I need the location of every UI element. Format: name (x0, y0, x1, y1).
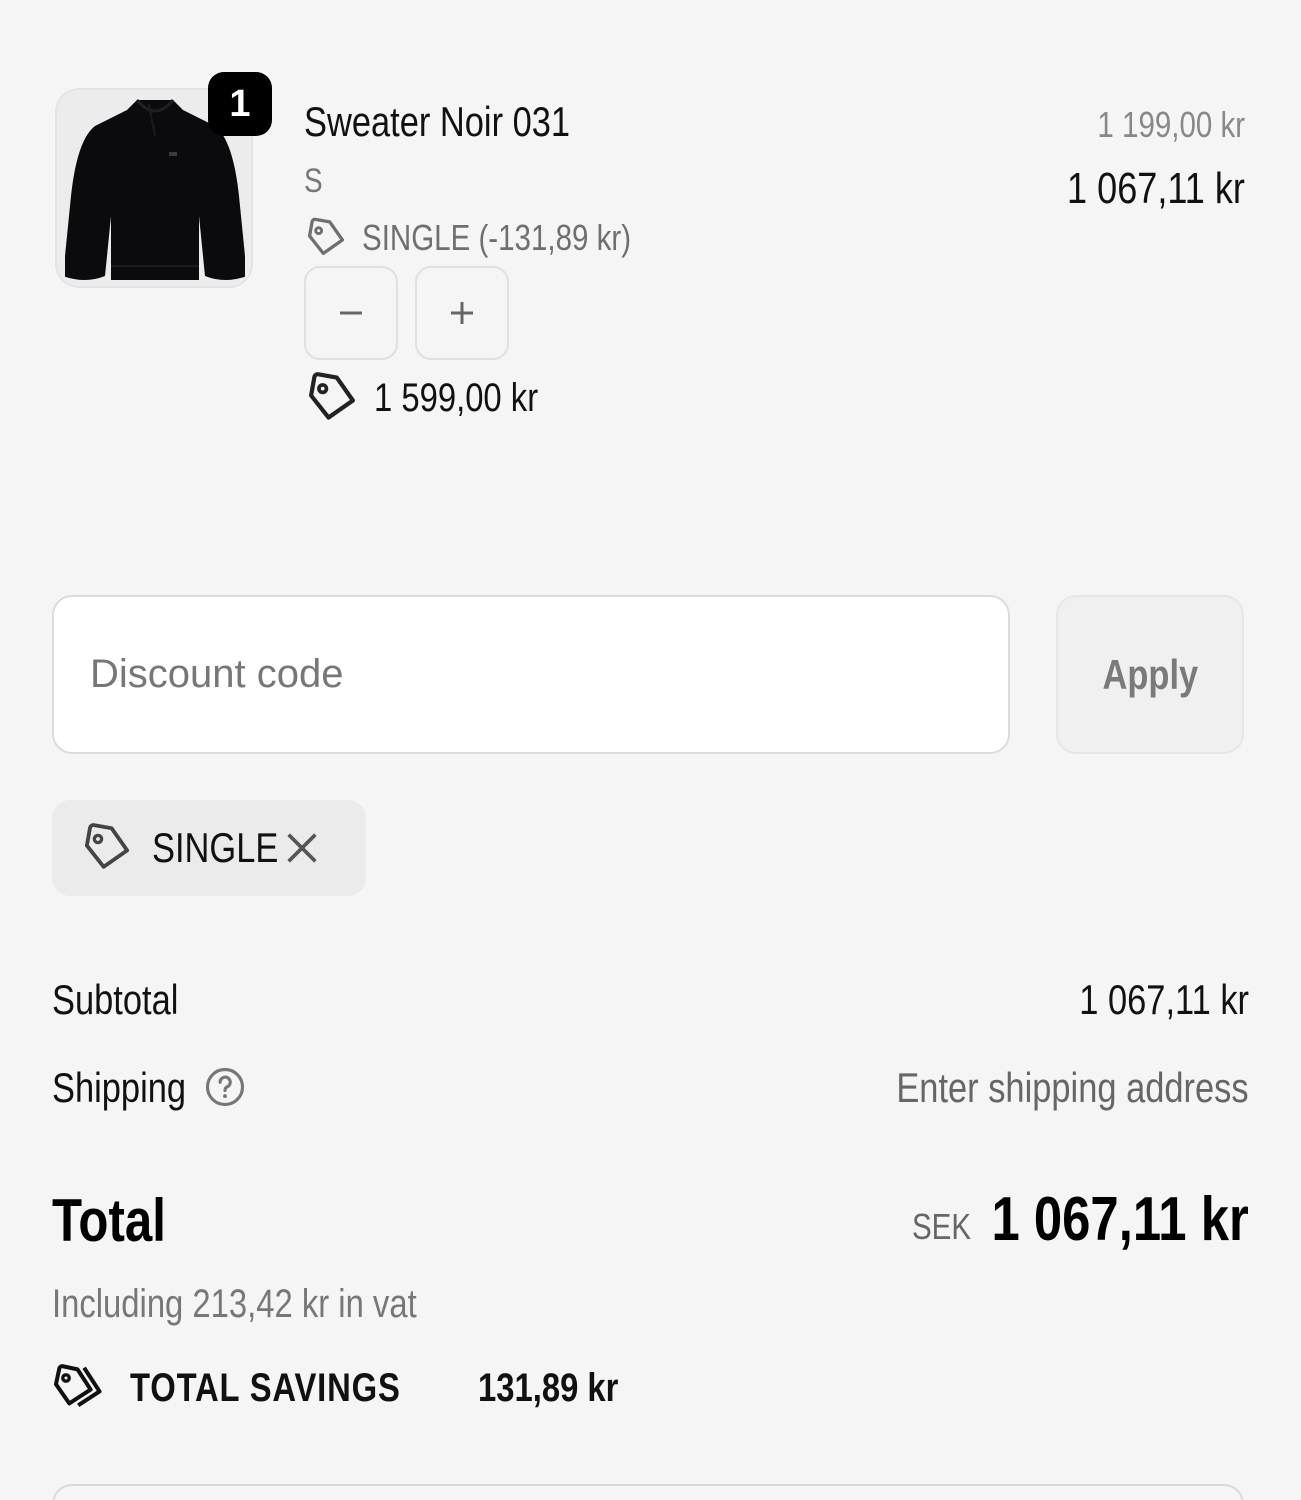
tag-icon (84, 823, 130, 869)
apply-discount-button[interactable]: Apply (1056, 595, 1244, 754)
original-unit-price: 1 599,00 kr (304, 370, 574, 426)
minus-icon (340, 311, 362, 315)
question-circle-icon[interactable] (204, 1066, 246, 1108)
discount-code-input[interactable] (52, 595, 1010, 754)
subtotal-value: 1 067,11 kr (1079, 976, 1249, 1023)
total-label: Total (52, 1187, 166, 1254)
tag-icon (309, 372, 355, 420)
savings-value: 131,89 kr (478, 1365, 619, 1410)
quantity-badge: 1 (208, 72, 272, 136)
subtotal-label: Subtotal (52, 976, 179, 1023)
tags-icon (53, 1364, 102, 1408)
plus-icon (451, 302, 473, 324)
shipping-label: Shipping (52, 1064, 187, 1111)
decrease-quantity-button[interactable] (304, 266, 398, 360)
total-value: 1 067,11 kr (991, 1185, 1249, 1254)
next-section-card (52, 1484, 1244, 1500)
line-discount-label: SINGLE (-131,89 kr) (362, 217, 632, 258)
tag-icon (307, 217, 345, 255)
discount-code-label: SINGLE (152, 824, 279, 871)
total-savings: TOTAL SAVINGS 131,89 kr (52, 1362, 649, 1414)
applied-discount-chip: SINGLE (52, 800, 366, 896)
close-icon[interactable] (282, 828, 322, 868)
shipping-value: Enter shipping address (896, 1064, 1249, 1111)
savings-label: TOTAL SAVINGS (130, 1365, 401, 1410)
original-unit-price-text: 1 599,00 kr (374, 375, 539, 420)
product-name[interactable]: Sweater Noir 031 (304, 98, 629, 146)
vat-note: Including 213,42 kr in vat (52, 1282, 417, 1326)
compare-at-price: 1 199,00 kr (1097, 104, 1245, 145)
product-variant: S (304, 162, 323, 200)
line-price: 1 067,11 kr (1067, 164, 1245, 213)
increase-quantity-button[interactable] (415, 266, 509, 360)
line-discount: SINGLE (-131,89 kr) (304, 216, 690, 260)
